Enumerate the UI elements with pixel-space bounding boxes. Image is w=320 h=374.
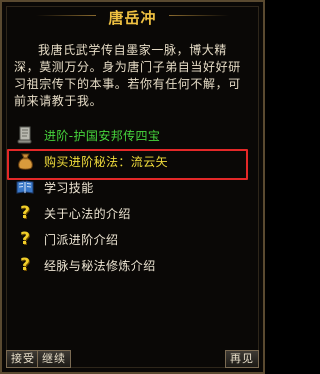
option-meridian-training-info[interactable]: ? 经脉与秘法修炼介绍 (12, 252, 252, 278)
option-about-mind-technique[interactable]: ? 关于心法的介绍 (12, 200, 252, 226)
option-learn-skills[interactable]: 学习技能 (12, 174, 252, 200)
goodbye-button[interactable]: 再见 (225, 350, 259, 368)
option-label: 门派进阶介绍 (44, 232, 119, 247)
title-ornament-right (169, 15, 229, 16)
question-mark-icon: ? (20, 255, 30, 275)
option-label: 进阶-护国安邦传四宝 (44, 128, 161, 143)
question-mark-icon: ? (20, 229, 30, 249)
npc-dialog-text: 我唐氏武学传自墨家一脉，博大精深，莫测万分。身为唐门子弟自当好好研习祖宗传下的本… (14, 43, 241, 108)
option-label: 关于心法的介绍 (44, 206, 131, 221)
option-label: 学习技能 (44, 180, 94, 195)
book-icon (16, 177, 34, 197)
option-advance-quest[interactable]: 进阶-护国安邦传四宝 (12, 122, 252, 148)
npc-name-title: 唐岳冲 (108, 9, 157, 27)
scroll-icon (16, 125, 34, 145)
accept-button[interactable]: 接受 (6, 350, 40, 368)
dialog-options-list: 进阶-护国安邦传四宝 购买进阶秘法：流云矢 学习技能 ? 关于心法的介绍 ? 门… (12, 122, 252, 278)
money-bag-icon (16, 151, 34, 171)
option-label: 购买进阶秘法：流云矢 (44, 154, 169, 169)
npc-dialog-panel: 唐岳冲 我唐氏武学传自墨家一脉，博大精深，莫测万分。身为唐门子弟自当好好研习祖宗… (0, 0, 265, 374)
question-mark-icon: ? (20, 203, 30, 223)
option-label: 经脉与秘法修炼介绍 (44, 258, 156, 273)
option-sect-advancement-info[interactable]: ? 门派进阶介绍 (12, 226, 252, 252)
option-buy-secret-technique[interactable]: 购买进阶秘法：流云矢 (12, 148, 252, 174)
dialog-button-bar: 接受 继续 再见 (6, 350, 259, 368)
continue-button[interactable]: 继续 (37, 350, 71, 368)
